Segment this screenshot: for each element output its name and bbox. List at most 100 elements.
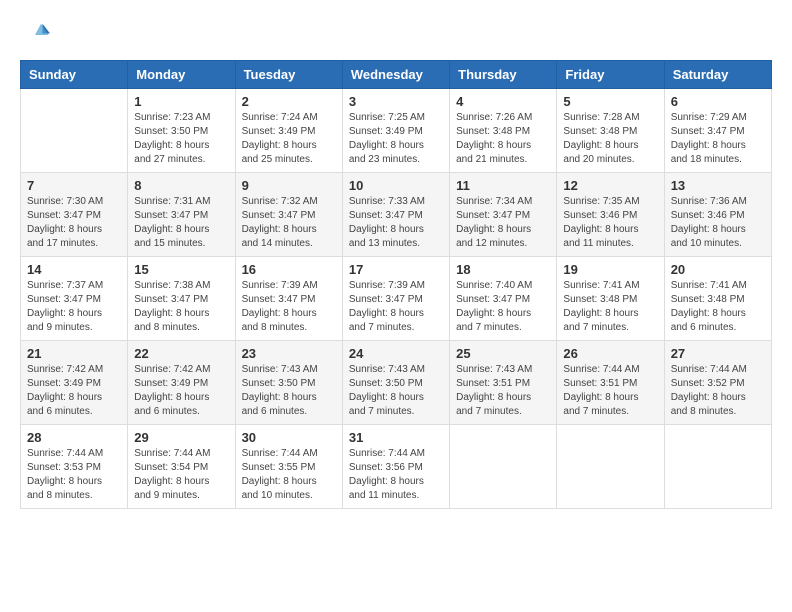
day-info: Sunrise: 7:31 AM Sunset: 3:47 PM Dayligh… — [134, 195, 228, 251]
daylight-label: Daylight: 8 hours and 20 minutes. — [563, 140, 638, 165]
day-number: 27 — [671, 346, 765, 361]
day-number: 12 — [563, 178, 657, 193]
daylight-label: Daylight: 8 hours and 11 minutes. — [349, 476, 424, 501]
week-row-3: 14 Sunrise: 7:37 AM Sunset: 3:47 PM Dayl… — [21, 257, 772, 341]
day-info: Sunrise: 7:43 AM Sunset: 3:50 PM Dayligh… — [242, 363, 336, 419]
daylight-label: Daylight: 8 hours and 6 minutes. — [671, 308, 746, 333]
sunset-label: Sunset: 3:47 PM — [242, 210, 316, 221]
calendar-cell: 8 Sunrise: 7:31 AM Sunset: 3:47 PM Dayli… — [128, 173, 235, 257]
daylight-label: Daylight: 8 hours and 11 minutes. — [563, 224, 638, 249]
calendar-cell: 13 Sunrise: 7:36 AM Sunset: 3:46 PM Dayl… — [664, 173, 771, 257]
week-row-4: 21 Sunrise: 7:42 AM Sunset: 3:49 PM Dayl… — [21, 341, 772, 425]
day-info: Sunrise: 7:30 AM Sunset: 3:47 PM Dayligh… — [27, 195, 121, 251]
sunset-label: Sunset: 3:49 PM — [134, 378, 208, 389]
day-number: 17 — [349, 262, 443, 277]
day-number: 30 — [242, 430, 336, 445]
day-info: Sunrise: 7:38 AM Sunset: 3:47 PM Dayligh… — [134, 279, 228, 335]
sunset-label: Sunset: 3:47 PM — [456, 210, 530, 221]
daylight-label: Daylight: 8 hours and 15 minutes. — [134, 224, 209, 249]
sunset-label: Sunset: 3:47 PM — [27, 294, 101, 305]
day-info: Sunrise: 7:34 AM Sunset: 3:47 PM Dayligh… — [456, 195, 550, 251]
daylight-label: Daylight: 8 hours and 8 minutes. — [27, 476, 102, 501]
day-number: 6 — [671, 94, 765, 109]
calendar-cell: 27 Sunrise: 7:44 AM Sunset: 3:52 PM Dayl… — [664, 341, 771, 425]
day-number: 13 — [671, 178, 765, 193]
sunrise-label: Sunrise: 7:31 AM — [134, 196, 210, 207]
day-number: 10 — [349, 178, 443, 193]
daylight-label: Daylight: 8 hours and 23 minutes. — [349, 140, 424, 165]
day-number: 7 — [27, 178, 121, 193]
day-number: 14 — [27, 262, 121, 277]
calendar-cell: 2 Sunrise: 7:24 AM Sunset: 3:49 PM Dayli… — [235, 89, 342, 173]
daylight-label: Daylight: 8 hours and 9 minutes. — [134, 476, 209, 501]
sunrise-label: Sunrise: 7:37 AM — [27, 280, 103, 291]
sunrise-label: Sunrise: 7:41 AM — [671, 280, 747, 291]
day-number: 31 — [349, 430, 443, 445]
sunset-label: Sunset: 3:49 PM — [349, 126, 423, 137]
day-number: 18 — [456, 262, 550, 277]
day-number: 29 — [134, 430, 228, 445]
sunrise-label: Sunrise: 7:26 AM — [456, 112, 532, 123]
day-info: Sunrise: 7:40 AM Sunset: 3:47 PM Dayligh… — [456, 279, 550, 335]
sunrise-label: Sunrise: 7:44 AM — [242, 448, 318, 459]
week-row-1: 1 Sunrise: 7:23 AM Sunset: 3:50 PM Dayli… — [21, 89, 772, 173]
sunset-label: Sunset: 3:48 PM — [563, 126, 637, 137]
daylight-label: Daylight: 8 hours and 6 minutes. — [242, 392, 317, 417]
sunrise-label: Sunrise: 7:42 AM — [27, 364, 103, 375]
daylight-label: Daylight: 8 hours and 7 minutes. — [563, 308, 638, 333]
day-number: 25 — [456, 346, 550, 361]
sunset-label: Sunset: 3:47 PM — [456, 294, 530, 305]
day-number: 20 — [671, 262, 765, 277]
day-info: Sunrise: 7:44 AM Sunset: 3:54 PM Dayligh… — [134, 447, 228, 503]
day-info: Sunrise: 7:24 AM Sunset: 3:49 PM Dayligh… — [242, 111, 336, 167]
daylight-label: Daylight: 8 hours and 8 minutes. — [671, 392, 746, 417]
sunrise-label: Sunrise: 7:41 AM — [563, 280, 639, 291]
sunrise-label: Sunrise: 7:38 AM — [134, 280, 210, 291]
calendar-cell: 6 Sunrise: 7:29 AM Sunset: 3:47 PM Dayli… — [664, 89, 771, 173]
daylight-label: Daylight: 8 hours and 25 minutes. — [242, 140, 317, 165]
day-number: 1 — [134, 94, 228, 109]
calendar-cell: 7 Sunrise: 7:30 AM Sunset: 3:47 PM Dayli… — [21, 173, 128, 257]
calendar-cell: 25 Sunrise: 7:43 AM Sunset: 3:51 PM Dayl… — [450, 341, 557, 425]
sunset-label: Sunset: 3:50 PM — [242, 378, 316, 389]
day-number: 26 — [563, 346, 657, 361]
day-number: 5 — [563, 94, 657, 109]
sunset-label: Sunset: 3:48 PM — [563, 294, 637, 305]
day-info: Sunrise: 7:39 AM Sunset: 3:47 PM Dayligh… — [242, 279, 336, 335]
weekday-header-thursday: Thursday — [450, 61, 557, 89]
day-info: Sunrise: 7:28 AM Sunset: 3:48 PM Dayligh… — [563, 111, 657, 167]
day-info: Sunrise: 7:44 AM Sunset: 3:51 PM Dayligh… — [563, 363, 657, 419]
day-number: 23 — [242, 346, 336, 361]
calendar-cell: 3 Sunrise: 7:25 AM Sunset: 3:49 PM Dayli… — [342, 89, 449, 173]
day-info: Sunrise: 7:32 AM Sunset: 3:47 PM Dayligh… — [242, 195, 336, 251]
sunrise-label: Sunrise: 7:23 AM — [134, 112, 210, 123]
weekday-header-wednesday: Wednesday — [342, 61, 449, 89]
sunset-label: Sunset: 3:54 PM — [134, 462, 208, 473]
sunrise-label: Sunrise: 7:39 AM — [242, 280, 318, 291]
calendar-cell: 4 Sunrise: 7:26 AM Sunset: 3:48 PM Dayli… — [450, 89, 557, 173]
calendar-cell — [450, 425, 557, 509]
sunset-label: Sunset: 3:48 PM — [456, 126, 530, 137]
sunrise-label: Sunrise: 7:30 AM — [27, 196, 103, 207]
calendar-cell: 5 Sunrise: 7:28 AM Sunset: 3:48 PM Dayli… — [557, 89, 664, 173]
day-info: Sunrise: 7:44 AM Sunset: 3:55 PM Dayligh… — [242, 447, 336, 503]
daylight-label: Daylight: 8 hours and 27 minutes. — [134, 140, 209, 165]
calendar-cell: 16 Sunrise: 7:39 AM Sunset: 3:47 PM Dayl… — [235, 257, 342, 341]
sunrise-label: Sunrise: 7:39 AM — [349, 280, 425, 291]
calendar-cell: 28 Sunrise: 7:44 AM Sunset: 3:53 PM Dayl… — [21, 425, 128, 509]
daylight-label: Daylight: 8 hours and 6 minutes. — [27, 392, 102, 417]
daylight-label: Daylight: 8 hours and 14 minutes. — [242, 224, 317, 249]
sunset-label: Sunset: 3:51 PM — [563, 378, 637, 389]
day-number: 15 — [134, 262, 228, 277]
sunset-label: Sunset: 3:46 PM — [563, 210, 637, 221]
day-number: 21 — [27, 346, 121, 361]
day-info: Sunrise: 7:43 AM Sunset: 3:51 PM Dayligh… — [456, 363, 550, 419]
sunrise-label: Sunrise: 7:36 AM — [671, 196, 747, 207]
calendar-table: SundayMondayTuesdayWednesdayThursdayFrid… — [20, 60, 772, 509]
calendar-cell: 23 Sunrise: 7:43 AM Sunset: 3:50 PM Dayl… — [235, 341, 342, 425]
daylight-label: Daylight: 8 hours and 13 minutes. — [349, 224, 424, 249]
day-info: Sunrise: 7:33 AM Sunset: 3:47 PM Dayligh… — [349, 195, 443, 251]
daylight-label: Daylight: 8 hours and 8 minutes. — [242, 308, 317, 333]
page-header — [20, 20, 772, 50]
calendar-cell: 21 Sunrise: 7:42 AM Sunset: 3:49 PM Dayl… — [21, 341, 128, 425]
